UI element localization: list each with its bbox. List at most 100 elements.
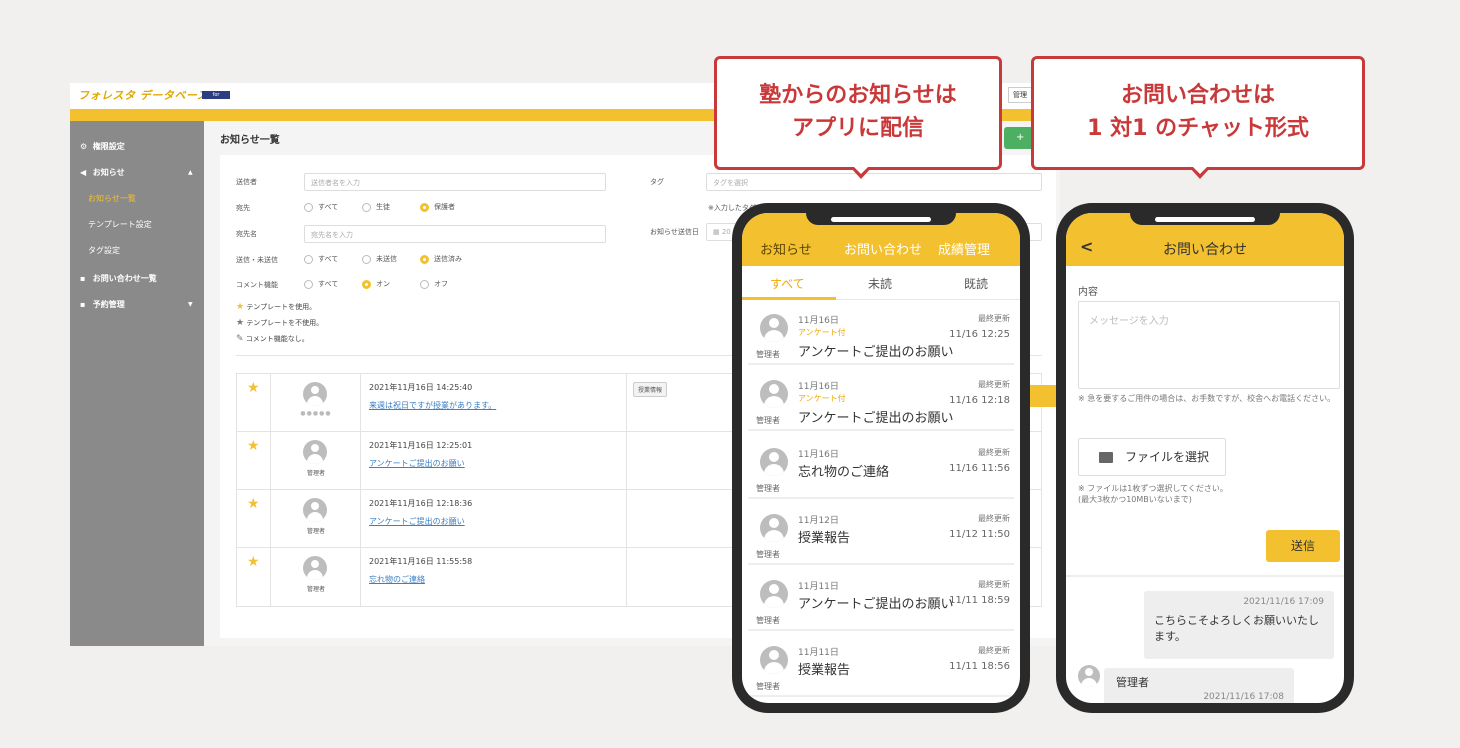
notice-datetime: 2021年11月16日 11:55:58 [369,557,473,566]
star-icon: ★ [247,554,260,570]
sidebar-item-reservations[interactable]: ▪ 予約管理 [80,299,125,310]
chat-text: こちらこそよろしくお願いいたします。 [1154,614,1319,643]
file-note: ※ ファイルは1枚ずつ選択してください。 [1078,484,1228,493]
chat-time: 2021/11/16 17:09 [1243,597,1324,607]
phone-icon: ▪ [80,274,86,283]
destination-radio-guardian[interactable]: 保護者 [420,202,455,212]
destination-name-label: 宛先名 [236,230,257,238]
sidebar-item-permissions[interactable]: ⚙ 権限設定 [80,141,125,152]
avatar [303,498,327,522]
sidebar-subitem-templates[interactable]: テンプレート設定 [88,219,152,230]
destination-radio-all[interactable]: すべて [304,202,338,212]
callout-line: アプリに配信 [791,116,924,141]
send-button[interactable]: 送信 [1266,530,1340,562]
plus-icon: + [1016,132,1025,143]
tab-unread[interactable]: 未読 [868,275,892,292]
chat-time: 2021/11/16 17:08 [1203,692,1284,702]
callout-inquiries: お問い合わせは 1 対1 のチャット形式 [1031,56,1365,179]
avatar [303,382,327,406]
avatar [760,314,788,342]
chevron-down-icon[interactable]: ▼ [188,301,193,308]
avatar [1078,665,1100,687]
notice-datetime: 2021年11月16日 12:25:01 [369,441,473,450]
phone-notices: お知らせ お問い合わせ 成績管理 すべて 未読 既読 管理者 11月16日 アン… [732,203,1030,713]
avatar [760,380,788,408]
status-radio-all[interactable]: すべて [304,254,338,264]
list-item[interactable]: 管理者 11月16日 忘れ物のご連絡 最終更新 11/16 11:56 [748,439,1014,499]
sidebar-item-notices[interactable]: ◀ お知らせ [80,167,125,178]
sender-input[interactable]: 送信者名を入力 [304,173,606,191]
avatar [760,580,788,608]
megaphone-icon: ◀ [80,168,87,177]
list-item[interactable]: 管理者 11月11日 授業報告 最終更新 11/11 18:56 [748,637,1014,697]
sidebar-item-inquiries[interactable]: ▪ お問い合わせ一覧 [80,273,157,284]
image-icon [1099,452,1113,463]
avatar [303,556,327,580]
tab-notices[interactable]: お知らせ [760,239,812,258]
list-item[interactable]: 管理者 11月12日 授業報告 最終更新 11/12 11:50 [748,505,1014,565]
filter-tabs: すべて 未読 既読 [742,266,1020,300]
tab-inquiries[interactable]: お問い合わせ [844,239,922,258]
page-title: お知らせ一覧 [220,135,280,146]
star-icon: ★ [247,496,260,512]
message-input[interactable]: メッセージを入力 [1078,301,1340,389]
status-radio-sent[interactable]: 送信済み [420,254,462,264]
avatar [760,646,788,674]
tab-grades[interactable]: 成績管理 [938,239,990,258]
status-label: 送信・未送信 [236,256,278,264]
legend-template-used: ★ テンプレートを使用。 [236,302,317,312]
destination-label: 宛先 [236,204,250,212]
comment-radio-off[interactable]: オフ [420,279,448,289]
file-note: (最大3枚かつ10MBいないまで) [1078,495,1192,504]
star-icon: ★ [236,318,245,328]
sender-name: 管理者 [306,586,325,593]
tab-all[interactable]: すべて [770,275,805,292]
list-item[interactable]: 管理者 11月16日 アンケート付 アンケートご提出のお願い 最終更新 11/1… [748,305,1014,365]
notice-link[interactable]: アンケートご提出のお願い [369,516,465,527]
tag-select[interactable]: タグを選択 [706,173,1042,191]
list-item[interactable]: 管理者 11月11日 アンケートご提出のお願い 最終更新 11/11 18:59 [748,571,1014,631]
phone-screen: < お問い合わせ 内容 メッセージを入力 ※ 急を要するご用件の場合は、お手数で… [1066,213,1344,703]
sidebar-subitem-tags[interactable]: タグ設定 [88,245,120,256]
screen-title: お問い合わせ [1163,242,1247,258]
legend-no-comment: ✎ コメント機能なし。 [236,334,309,344]
notice-link[interactable]: アンケートご提出のお願い [369,458,465,469]
chevron-up-icon[interactable]: ▲ [188,169,193,176]
comment-radio-on[interactable]: オン [362,279,390,289]
phone-inquiry: < お問い合わせ 内容 メッセージを入力 ※ 急を要するご用件の場合は、お手数で… [1056,203,1354,713]
comment-radio-all[interactable]: すべて [304,279,338,289]
gear-icon: ⚙ [80,142,88,151]
tag-badge: 授業情報 [633,382,668,397]
active-tab-indicator [742,297,836,300]
sender-name: 管理者 [306,470,325,477]
sidebar-item-label: 権限設定 [92,142,125,151]
star-icon: ★ [247,380,260,396]
avatar [760,448,788,476]
logo: フォレスタ データベース [78,89,209,102]
sidebar-item-label: お問い合わせ一覧 [92,274,157,283]
tab-read[interactable]: 既読 [964,275,988,292]
list-item[interactable]: 管理者 11月16日 アンケート付 アンケートご提出のお願い 最終更新 11/1… [748,371,1014,431]
urgent-note: ※ 急を要するご用件の場合は、お手数ですが、校舎へお電話ください。 [1078,394,1336,403]
notice-link[interactable]: 来週は祝日ですが授業があります。 [369,400,496,411]
calendar-icon: ▦ [713,228,722,236]
survey-badge: アンケート付 [798,328,846,337]
callout-line: 塾からのお知らせは [759,83,957,108]
logo-badge: for SCHOOL [202,91,230,106]
survey-badge: アンケート付 [798,394,846,403]
destination-radio-student[interactable]: 生徒 [362,202,390,212]
chat-sender: 管理者 [1116,676,1149,689]
avatar [303,440,327,464]
destination-name-input[interactable]: 宛先名を入力 [304,225,606,243]
sidebar-item-label: お知らせ [92,168,125,177]
status-radio-unsent[interactable]: 未送信 [362,254,397,264]
file-select-button[interactable]: ファイルを選択 [1078,438,1226,476]
document-icon: ▪ [80,300,86,309]
sidebar-subitem-notice-list[interactable]: お知らせ一覧 [88,193,136,204]
chat-bubble-admin: 管理者 2021/11/16 17:08 [1104,668,1294,703]
notice-datetime: 2021年11月16日 14:25:40 [369,383,473,392]
sidebar-item-label: 予約管理 [92,300,125,309]
notice-link[interactable]: 忘れ物のご連絡 [369,574,425,585]
chat-bubble-user: 2021/11/16 17:09 こちらこそよろしくお願いいたします。 [1144,591,1334,659]
user-menu-button[interactable]: 管理 [1008,87,1032,103]
